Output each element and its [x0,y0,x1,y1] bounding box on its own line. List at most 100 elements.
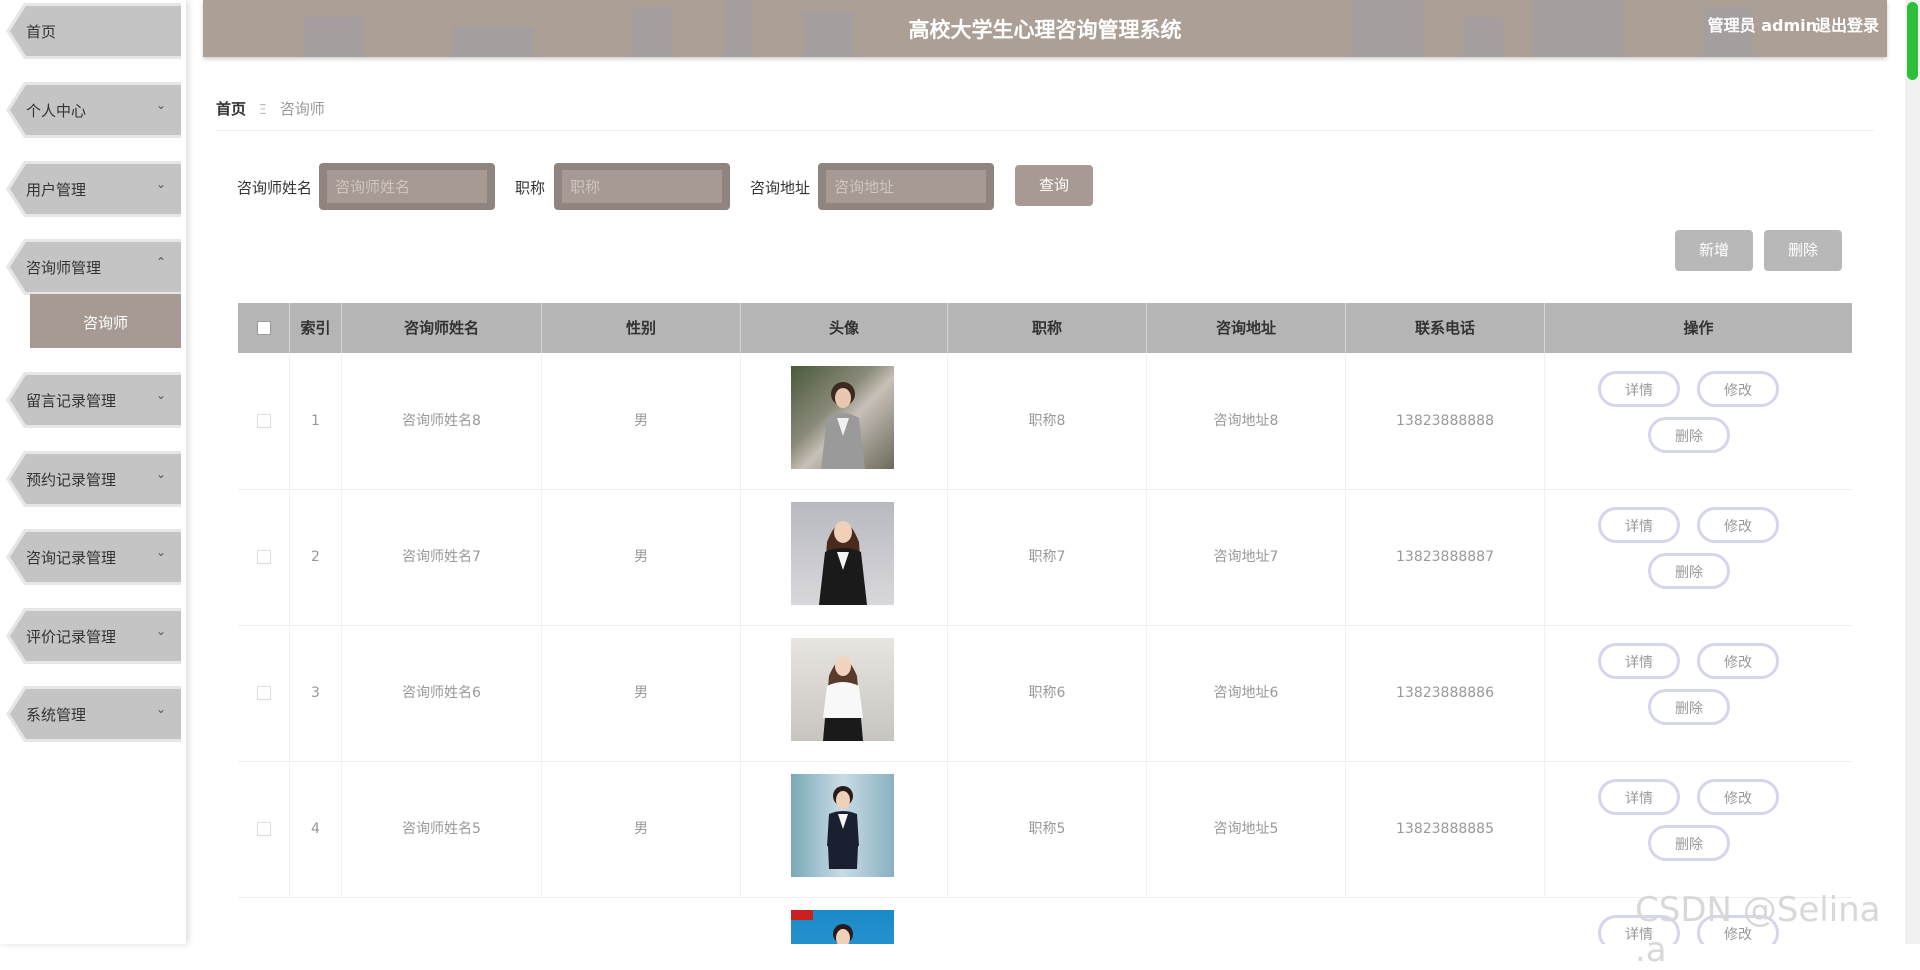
name-cell: 咨询师姓名7 [342,489,542,625]
column-header: 性别 [542,303,741,353]
phone-cell: 13823888887 [1346,489,1545,625]
gender-cell: 男 [542,761,741,897]
chevron-down-icon: ⌄ [155,98,166,112]
sidebar-item-label: 留言记录管理 [26,392,117,410]
index-cell: 4 [290,761,342,897]
address-cell: 咨询地址8 [1147,353,1346,489]
avatar [791,638,894,741]
column-header: 咨询地址 [1147,303,1346,353]
row-delete-button[interactable]: 删除 [1648,689,1730,725]
breadcrumb-separator-icon: Ξ [258,103,268,118]
query-button[interactable]: 查询 [1015,165,1093,206]
gender-cell: 男 [542,489,741,625]
sidebar-item-label: 用户管理 [26,181,87,199]
counselor-name-box [319,163,495,210]
index-cell: 3 [290,625,342,761]
watermark: CSDN @Selina .a [1635,890,1881,970]
breadcrumb: 首页 Ξ 咨询师 [216,98,325,119]
name-cell: 咨询师姓名6 [342,625,542,761]
sidebar-item-home[interactable]: 首页 [0,3,186,59]
breadcrumb-current: 咨询师 [279,100,325,118]
counselor-name-input[interactable] [327,170,487,203]
row-delete-button[interactable]: 删除 [1648,553,1730,589]
scrollbar-track[interactable] [1905,0,1920,944]
chevron-up-icon: ⌃ [155,255,166,269]
address-box [818,163,994,210]
avatar [791,774,894,877]
address-cell: 咨询地址5 [1147,761,1346,897]
sidebar-item-label: 评价记录管理 [26,628,117,646]
current-user: 管理员 admin [1707,16,1817,35]
table-row: 详情 修改 [238,897,1852,944]
chevron-down-icon: ⌄ [155,702,166,716]
chevron-down-icon: ⌄ [155,545,166,559]
phone-cell: 13823888888 [1346,353,1545,489]
sidebar-item-label: 咨询记录管理 [26,549,117,567]
add-button[interactable]: 新增 [1675,230,1753,271]
column-header: 咨询师姓名 [342,303,542,353]
breadcrumb-home[interactable]: 首页 [216,100,246,118]
sidebar-item-message-records[interactable]: 留言记录管理 ⌄ [0,372,186,428]
sidebar-item-user-management[interactable]: 用户管理 ⌄ [0,161,186,217]
name-cell: 咨询师姓名5 [342,761,542,897]
row-delete-button[interactable]: 删除 [1648,417,1730,453]
sidebar-subitem-counselor[interactable]: 咨询师 [30,294,181,348]
sidebar-item-label: 咨询师管理 [26,259,102,277]
chevron-down-icon: ⌄ [155,388,166,402]
row-checkbox[interactable] [257,822,271,836]
sidebar: 首页 个人中心 ⌄ 用户管理 ⌄ 咨询师管理 ⌃ 咨询师 留言记录管理 ⌄ 预约… [0,0,186,944]
index-cell: 1 [290,353,342,489]
address-label: 咨询地址 [750,179,811,197]
detail-button[interactable]: 详情 [1598,507,1680,543]
sidebar-item-system-management[interactable]: 系统管理 ⌄ [0,686,186,742]
edit-button[interactable]: 修改 [1697,779,1779,815]
sidebar-item-counselor-management[interactable]: 咨询师管理 ⌃ [0,239,186,295]
sidebar-subitem-label: 咨询师 [82,314,128,332]
chevron-down-icon: ⌄ [155,177,166,191]
scrollbar-thumb[interactable] [1907,2,1918,80]
address-input[interactable] [826,170,986,203]
title-cell: 职称8 [948,353,1147,489]
sidebar-item-review-records[interactable]: 评价记录管理 ⌄ [0,608,186,664]
header-select-all-cell [238,303,290,353]
row-delete-button[interactable]: 删除 [1648,825,1730,861]
edit-button[interactable]: 修改 [1697,643,1779,679]
title-cell: 职称6 [948,625,1147,761]
title-input[interactable] [562,170,722,203]
table-row: 3 咨询师姓名6 男 职称6 咨询地址6 13823888886 详情 修改 删… [238,625,1852,762]
title-cell: 职称7 [948,489,1147,625]
column-header: 索引 [290,303,342,353]
chevron-down-icon: ⌄ [155,467,166,481]
row-checkbox[interactable] [257,414,271,428]
sidebar-item-personal-center[interactable]: 个人中心 ⌄ [0,82,186,138]
detail-button[interactable]: 详情 [1598,779,1680,815]
detail-button[interactable]: 详情 [1598,643,1680,679]
index-cell: 2 [290,489,342,625]
select-all-checkbox[interactable] [257,321,271,335]
row-checkbox[interactable] [257,686,271,700]
title-cell: 职称5 [948,761,1147,897]
divider [216,130,1874,131]
delete-button[interactable]: 删除 [1764,230,1842,271]
avatar [791,366,894,469]
select-cell [238,353,290,489]
select-cell [238,489,290,625]
edit-button[interactable]: 修改 [1697,371,1779,407]
top-header: 高校大学生心理咨询管理系统 管理员 admin 退出登录 [203,0,1887,57]
sidebar-item-consult-records[interactable]: 咨询记录管理 ⌄ [0,529,186,585]
table-row: 1 咨询师姓名8 男 职称8 咨询地址8 13823888888 详情 修改 删… [238,353,1852,490]
select-cell [238,625,290,761]
sidebar-item-appointment-records[interactable]: 预约记录管理 ⌄ [0,451,186,507]
avatar [791,502,894,605]
gender-cell: 男 [542,353,741,489]
logout-link[interactable]: 退出登录 [1815,12,1879,36]
detail-button[interactable]: 详情 [1598,371,1680,407]
phone-cell: 13823888886 [1346,625,1545,761]
edit-button[interactable]: 修改 [1697,507,1779,543]
avatar [791,910,894,944]
title-label: 职称 [515,179,546,197]
gender-cell: 男 [542,625,741,761]
select-cell [238,761,290,897]
row-checkbox[interactable] [257,550,271,564]
sidebar-item-label: 首页 [26,23,57,41]
